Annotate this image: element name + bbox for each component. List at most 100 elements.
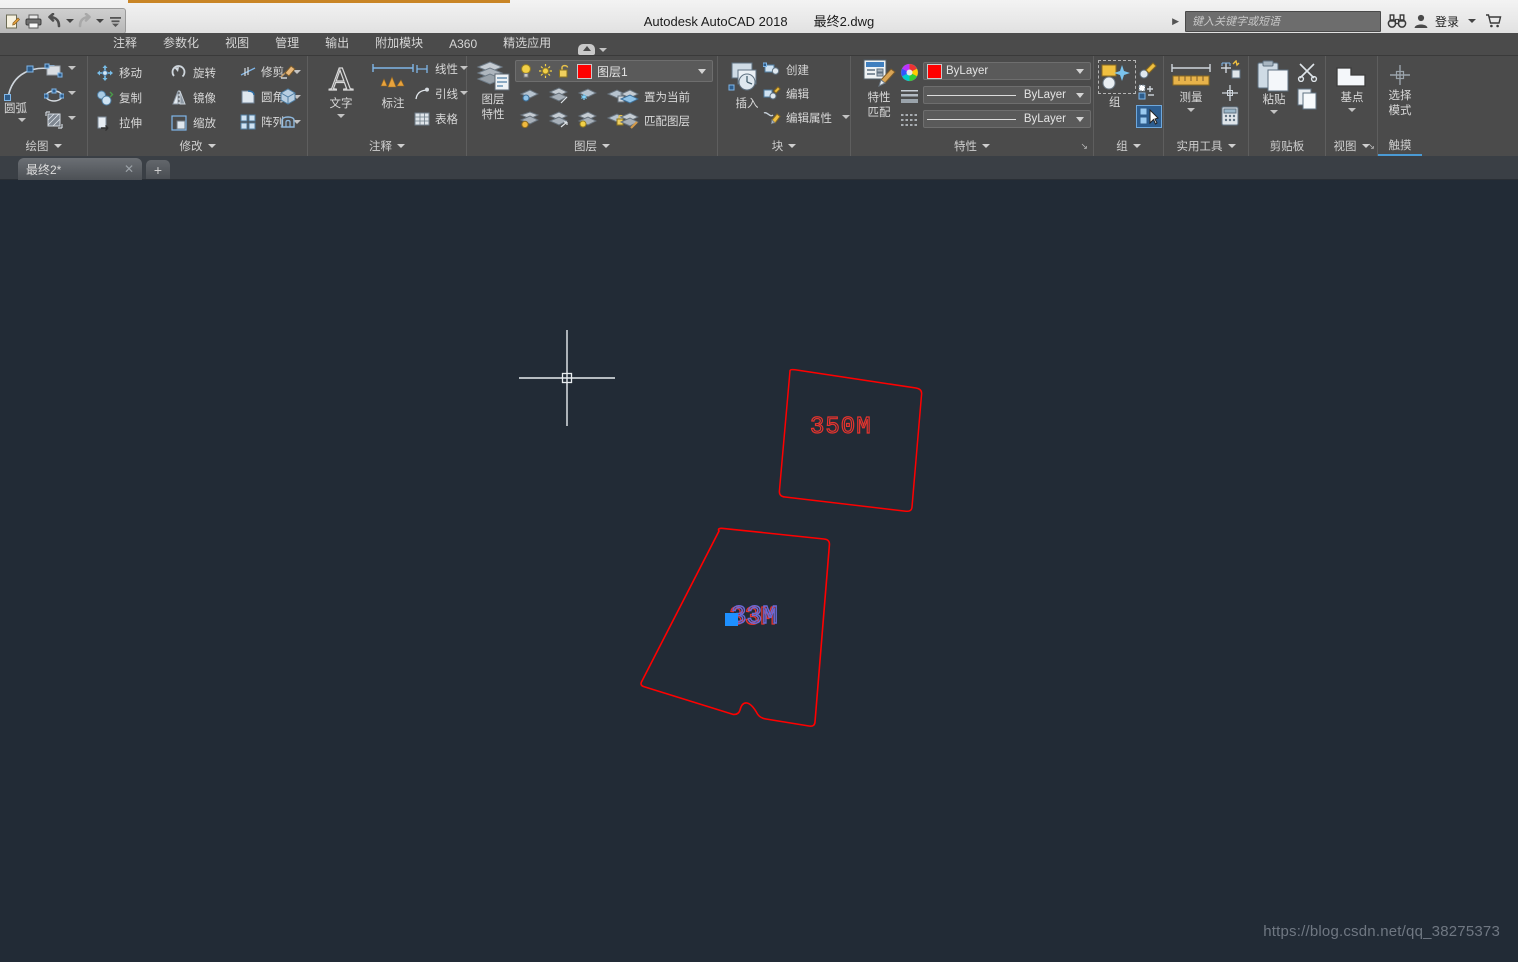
cloud-caret-icon[interactable] — [599, 47, 608, 52]
annotation-table[interactable]: 表格 — [414, 111, 458, 127]
ellipse-icon[interactable] — [44, 87, 64, 104]
parcel-33m-label[interactable]: 33M — [730, 600, 778, 631]
group-icon[interactable] — [1098, 60, 1136, 94]
ribbon-tab-a360[interactable]: A360 — [436, 35, 490, 55]
ellipse-caret-icon[interactable] — [68, 91, 76, 95]
drawing-area[interactable]: 350M 33M 33M — [0, 180, 1518, 962]
base-view-caret-icon[interactable] — [1348, 108, 1356, 112]
block-edit[interactable]: 编辑 — [763, 86, 809, 102]
panel-annotation-expand-icon[interactable] — [397, 144, 405, 148]
panel-modify-expand-icon[interactable] — [207, 144, 216, 148]
panel-group-expand-icon[interactable] — [1132, 144, 1141, 148]
layer-match[interactable]: 匹配图层 — [619, 112, 690, 129]
modify-copy[interactable]: 复制 — [96, 89, 142, 107]
linetype-icon[interactable] — [900, 112, 919, 129]
ribbon-tab-addins[interactable]: 附加模块 — [362, 32, 436, 55]
shopping-cart-icon[interactable] — [1485, 13, 1502, 29]
hatch-caret-icon[interactable] — [68, 116, 76, 120]
annotation-text-button[interactable]: A 文字 — [314, 60, 368, 118]
panel-layers-expand-icon[interactable] — [602, 144, 610, 148]
linetype-combo[interactable]: ByLayer — [923, 110, 1091, 128]
layer-unisolate-icon[interactable] — [548, 87, 568, 104]
arc-caret-icon[interactable] — [18, 118, 26, 122]
modify-stretch[interactable]: 拉伸 — [96, 114, 142, 132]
select-mode-button[interactable]: 选择 模式 — [1374, 62, 1426, 118]
annotation-dim-button[interactable]: 标注 — [366, 60, 420, 111]
panel-block-expand-icon[interactable] — [788, 144, 797, 148]
shape-parcel-33m[interactable]: 33M 33M — [640, 527, 831, 727]
ribbon-tab-output[interactable]: 输出 — [312, 32, 362, 55]
rectangle-icon[interactable] — [44, 62, 64, 79]
document-tab-active[interactable]: 最终2* ✕ — [18, 158, 142, 180]
match-properties-button[interactable]: 特性 匹配 — [857, 58, 901, 120]
erase-icon[interactable] — [278, 62, 298, 80]
modify-mirror[interactable]: 镜像 — [170, 89, 216, 107]
panel-properties-dialog-launcher[interactable]: ↘ — [1080, 141, 1088, 152]
ribbon-tab-manage[interactable]: 管理 — [262, 32, 312, 55]
rectangle-caret-icon[interactable] — [68, 66, 76, 70]
modify-move[interactable]: 移动 — [96, 64, 142, 82]
point-id-icon[interactable] — [1219, 83, 1241, 103]
close-icon[interactable]: ✕ — [124, 162, 134, 176]
person-icon[interactable] — [1413, 13, 1429, 29]
modify-scale[interactable]: 缩放 — [170, 114, 216, 132]
sign-in-label[interactable]: 登录 — [1435, 13, 1459, 30]
layer-freeze-icon[interactable] — [577, 87, 597, 104]
binoculars-icon[interactable] — [1387, 13, 1407, 29]
copy-clip-icon[interactable] — [1297, 88, 1319, 110]
cut-scissors-icon[interactable] — [1297, 62, 1319, 82]
block-create[interactable]: 创建 — [763, 62, 809, 78]
ribbon-tab-view[interactable]: 视图 — [212, 32, 262, 55]
panel-view-dialog-launcher[interactable]: ↘ — [1367, 141, 1375, 152]
panel-utilities-expand-icon[interactable] — [1227, 144, 1236, 148]
annotation-leader[interactable]: 引线 — [414, 86, 458, 102]
parcel-350m-label[interactable]: 350M — [809, 413, 872, 441]
layer-off-icon[interactable] — [519, 111, 539, 128]
calculator-icon[interactable] — [1221, 106, 1239, 126]
color-combo[interactable]: ByLayer — [923, 62, 1091, 80]
group-selection-icon[interactable] — [1136, 105, 1162, 128]
layer-turn-all-on-icon[interactable] — [548, 111, 568, 128]
shape-parcel-350m[interactable]: 350M — [778, 368, 923, 513]
color-caret-icon[interactable] — [1076, 68, 1084, 74]
layer-color-swatch[interactable] — [577, 63, 592, 79]
color-wheel-icon[interactable] — [900, 63, 919, 82]
base-view-button[interactable]: 基点 — [1326, 62, 1378, 112]
lineweight-caret-icon[interactable] — [1076, 92, 1084, 98]
edit-attribute-caret-icon[interactable] — [842, 115, 850, 119]
lineweight-combo[interactable]: ByLayer — [923, 86, 1091, 104]
layer-set-current[interactable]: 置为当前 — [619, 88, 690, 105]
explode-icon[interactable] — [278, 112, 298, 130]
ribbon-cloud-menu[interactable] — [578, 44, 608, 55]
layer-properties-button[interactable]: 图层 特性 — [471, 58, 515, 122]
quick-select-icon[interactable] — [1219, 60, 1241, 80]
ribbon-tab-featured-apps[interactable]: 精选应用 — [490, 32, 564, 55]
current-layer-combo[interactable]: 图层1 — [515, 60, 713, 82]
block-edit-attribute[interactable]: 编辑属性 — [763, 110, 832, 126]
measure-caret-icon[interactable] — [1187, 108, 1195, 112]
ribbon-tab-annotate[interactable]: 注释 — [100, 32, 150, 55]
paste-caret-icon[interactable] — [1270, 110, 1278, 114]
linetype-caret-icon[interactable] — [1076, 116, 1084, 122]
hatch-icon[interactable] — [44, 111, 64, 129]
extrude-icon[interactable] — [278, 87, 298, 105]
ungroup-icon[interactable] — [1138, 61, 1158, 81]
layer-thaw-icon[interactable] — [577, 111, 597, 128]
paste-button[interactable]: 粘贴 — [1251, 60, 1297, 114]
ribbon-tab-parametric[interactable]: 参数化 — [150, 32, 212, 55]
new-tab-button[interactable]: + — [146, 160, 170, 179]
search-expand-icon[interactable]: ▶ — [1172, 16, 1179, 27]
layer-isolate-icon[interactable] — [519, 87, 539, 104]
text-caret-icon[interactable] — [337, 114, 345, 118]
drawing-canvas[interactable]: 350M 33M 33M https://blog.csdn.net/qq_38… — [0, 180, 1518, 962]
parcel-33m-grip[interactable] — [725, 613, 738, 626]
lineweight-icon[interactable] — [900, 88, 919, 105]
modify-rotate[interactable]: 旋转 — [170, 64, 216, 82]
account-dropdown-caret-icon[interactable] — [1465, 19, 1479, 23]
current-layer-caret-icon[interactable] — [698, 68, 706, 74]
measure-button[interactable]: 测量 — [1166, 62, 1216, 112]
panel-properties-expand-icon[interactable] — [982, 144, 990, 148]
panel-draw-expand-icon[interactable] — [53, 144, 62, 148]
search-input[interactable]: 键入关键字或短语 — [1184, 10, 1381, 32]
annotation-linear[interactable]: 线性 — [414, 61, 458, 77]
